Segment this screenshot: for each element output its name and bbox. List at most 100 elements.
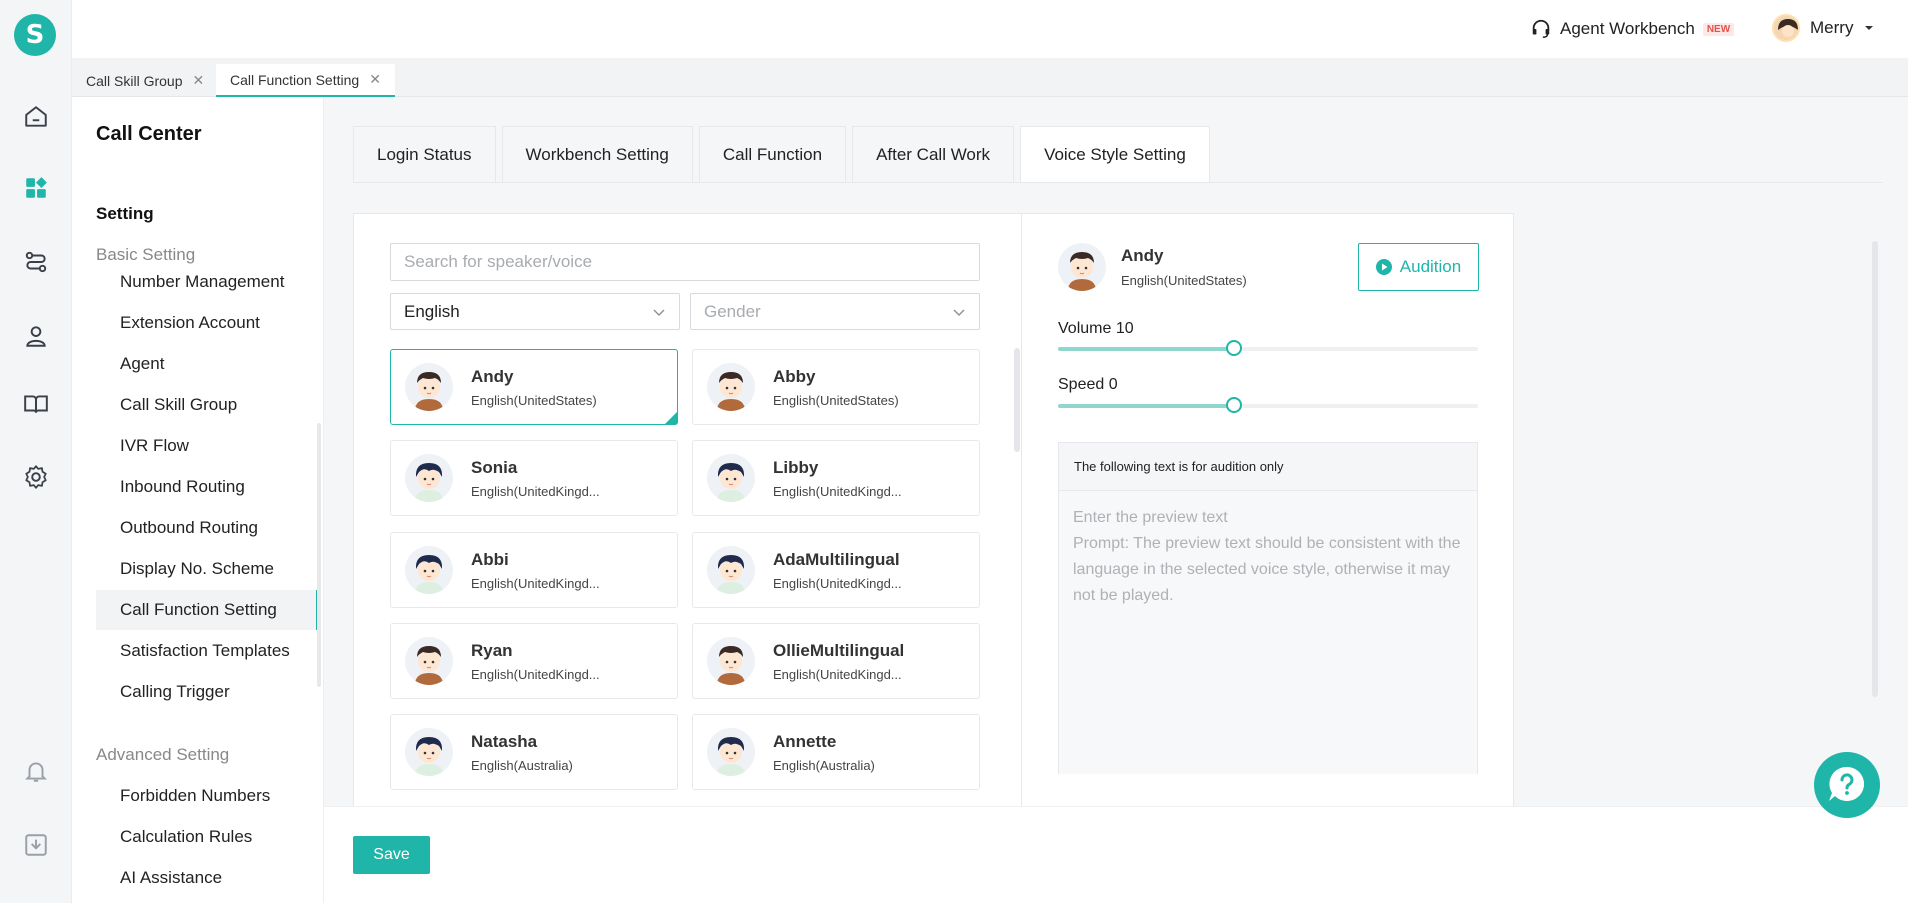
sidebar-item-call-function-setting[interactable]: Call Function Setting xyxy=(96,590,318,630)
volume-label: Volume 10 xyxy=(1058,320,1134,337)
language-select[interactable]: English xyxy=(390,293,680,330)
save-button[interactable]: Save xyxy=(353,836,430,874)
sidebar-item-label: Number Management xyxy=(120,272,285,291)
voice-avatar xyxy=(405,363,453,411)
page-tab-call-skill-group[interactable]: Call Skill Group ✕ xyxy=(72,64,218,97)
page-tab-label: Call Skill Group xyxy=(86,72,183,89)
sidebar-scrollbar[interactable] xyxy=(317,423,321,687)
panel-divider xyxy=(1021,213,1022,808)
tab-login-status[interactable]: Login Status xyxy=(353,126,496,183)
new-badge: NEW xyxy=(1702,22,1735,36)
voice-card-text: Annette English(Australia) xyxy=(773,732,875,773)
user-menu[interactable]: Merry xyxy=(1772,14,1875,42)
voice-avatar xyxy=(707,454,755,502)
download-icon[interactable] xyxy=(20,829,52,861)
sidebar-item-extension-account[interactable]: Extension Account xyxy=(96,303,318,343)
book-icon[interactable] xyxy=(20,388,52,420)
voice-language: English(UnitedKingd... xyxy=(773,483,902,499)
sidebar-item-calculation-rules[interactable]: Calculation Rules xyxy=(96,817,318,857)
tab-workbench-setting[interactable]: Workbench Setting xyxy=(501,126,693,183)
voice-name: Abbi xyxy=(471,549,509,569)
sidebar-item-calling-trigger[interactable]: Calling Trigger xyxy=(96,672,318,712)
settings-icon[interactable] xyxy=(20,461,52,493)
sidebar-item-label: Satisfaction Templates xyxy=(120,641,290,660)
voice-card-text: Libby English(UnitedKingd... xyxy=(773,458,902,499)
tab-after-call-work[interactable]: After Call Work xyxy=(852,126,1015,183)
sidebar-item-call-skill-group[interactable]: Call Skill Group xyxy=(96,385,318,425)
selected-voice-name: Andy xyxy=(1121,246,1164,265)
sidebar-item-forbidden-numbers[interactable]: Forbidden Numbers xyxy=(96,776,318,816)
sidebar-item-number-management[interactable]: Number Management xyxy=(96,262,318,302)
voice-card-text: Abbi English(UnitedKingd... xyxy=(471,550,600,591)
voice-card[interactable]: Libby English(UnitedKingd... xyxy=(692,440,980,516)
logo-letter: S xyxy=(25,20,45,50)
close-icon[interactable]: ✕ xyxy=(192,72,204,89)
voice-name: Natasha xyxy=(471,731,538,751)
language-select-value: English xyxy=(404,301,460,321)
sidebar-item-inbound-routing[interactable]: Inbound Routing xyxy=(96,467,318,507)
audition-button[interactable]: Audition xyxy=(1358,243,1479,291)
bell-icon[interactable] xyxy=(20,755,52,787)
sidebar-item-ai-assistance[interactable]: AI Assistance xyxy=(96,858,318,898)
sidebar-item-label: AI Assistance xyxy=(120,868,223,887)
speed-slider[interactable] xyxy=(1058,397,1478,413)
voice-card[interactable]: Abby English(UnitedStates) xyxy=(692,349,980,425)
sidebar-item-outbound-routing[interactable]: Outbound Routing xyxy=(96,508,318,548)
sidebar-item-ivr-flow[interactable]: IVR Flow xyxy=(96,426,318,466)
selected-corner-mark xyxy=(665,412,677,424)
voice-language: English(Australia) xyxy=(773,757,875,773)
voice-name: Andy xyxy=(471,366,514,386)
help-button[interactable] xyxy=(1814,752,1880,818)
voice-avatar xyxy=(405,728,453,776)
voice-name: AdaMultilingual xyxy=(773,549,900,569)
sidebar-item-label: Forbidden Numbers xyxy=(120,786,271,805)
volume-slider[interactable] xyxy=(1058,340,1478,356)
voice-card-text: Natasha English(Australia) xyxy=(471,732,573,773)
dashboard-icon[interactable] xyxy=(20,172,52,204)
sidebar-item-satisfaction-templates[interactable]: Satisfaction Templates xyxy=(96,631,318,671)
voice-name: Abby xyxy=(773,366,816,386)
voice-card[interactable]: OllieMultilingual English(UnitedKingd... xyxy=(692,623,980,699)
headset-icon xyxy=(1532,19,1550,38)
voice-name: Sonia xyxy=(471,457,518,477)
close-icon[interactable]: ✕ xyxy=(369,71,381,88)
app-logo[interactable]: S xyxy=(14,14,56,56)
sidebar-item-label: Call Skill Group xyxy=(120,395,238,414)
main-scrollbar[interactable] xyxy=(1872,241,1878,697)
voice-card[interactable]: AdaMultilingual English(UnitedKingd... xyxy=(692,532,980,608)
settings-sidebar: Call Center Setting Basic Setting Number… xyxy=(72,97,324,903)
tabs-divider xyxy=(353,182,1883,183)
tab-call-function[interactable]: Call Function xyxy=(698,126,847,183)
page-tab-label: Call Function Setting xyxy=(230,71,360,88)
voice-card[interactable]: Andy English(UnitedStates) xyxy=(390,349,678,425)
voice-card[interactable]: Ryan English(UnitedKingd... xyxy=(390,623,678,699)
workbench-label: Agent Workbench xyxy=(1560,19,1695,38)
page-tab-strip: Call Skill Group ✕ Call Function Setting… xyxy=(72,58,1908,97)
contacts-icon[interactable] xyxy=(20,320,52,352)
page-tab-call-function-setting[interactable]: Call Function Setting ✕ xyxy=(216,64,395,97)
voice-list-scrollbar[interactable] xyxy=(1014,348,1020,452)
routing-icon[interactable] xyxy=(20,246,52,278)
agent-workbench-link[interactable]: Agent Workbench NEW xyxy=(1530,18,1735,40)
voice-language: English(UnitedKingd... xyxy=(471,483,600,499)
gender-select[interactable]: Gender xyxy=(690,293,980,330)
preview-text-input[interactable] xyxy=(1059,491,1477,774)
sidebar-item-agent[interactable]: Agent xyxy=(96,344,318,384)
voice-card[interactable]: Sonia English(UnitedKingd... xyxy=(390,440,678,516)
voice-language: English(UnitedStates) xyxy=(773,392,899,408)
play-icon xyxy=(1375,259,1392,275)
sidebar-group-advanced[interactable]: Advanced Setting xyxy=(96,745,229,765)
voice-search-input[interactable] xyxy=(390,243,980,281)
voice-avatar xyxy=(405,546,453,594)
voice-avatar xyxy=(707,546,755,594)
preview-text-box: The following text is for audition only xyxy=(1058,442,1478,774)
voice-card[interactable]: Abbi English(UnitedKingd... xyxy=(390,532,678,608)
home-icon[interactable] xyxy=(20,101,52,133)
sidebar-section-setting: Setting xyxy=(96,204,154,223)
voice-language: English(Australia) xyxy=(471,757,573,773)
sidebar-item-display-no-scheme[interactable]: Display No. Scheme xyxy=(96,549,318,589)
tab-voice-style-setting[interactable]: Voice Style Setting xyxy=(1020,126,1210,183)
voice-card[interactable]: Natasha English(Australia) xyxy=(390,714,678,790)
footer-bar xyxy=(324,806,1908,903)
voice-card[interactable]: Annette English(Australia) xyxy=(692,714,980,790)
